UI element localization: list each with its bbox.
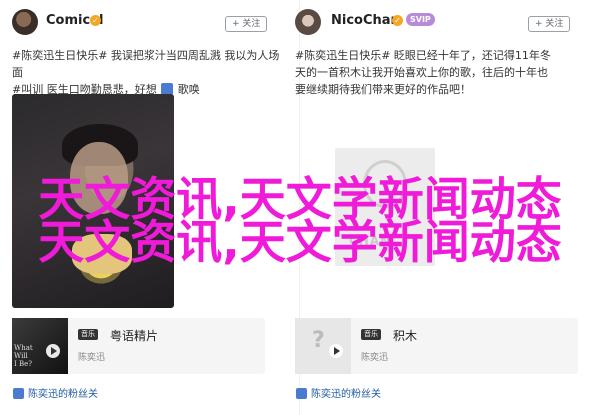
user-avatar[interactable] (295, 9, 321, 35)
question-mark-icon: ? (312, 328, 325, 353)
svip-badge: SVIP (406, 13, 435, 26)
follow-button[interactable]: + 关注 (528, 16, 571, 32)
fan-group-icon (296, 388, 307, 399)
post-text: #陈奕迅生日快乐# 眨眼已经十年了，还记得11年冬 天的一首积木让我开始喜欢上你… (295, 47, 595, 98)
music-card[interactable]: ? 音乐 积木 陈奕迅 (295, 318, 578, 374)
verified-check-icon: ✓ (392, 15, 403, 26)
post-text-line: 天的一首积木让我开始喜欢上你的歌，往后的十年也 (295, 66, 548, 79)
post-text-line: 要继续期待我们带来更好的作品吧！ (295, 83, 471, 96)
post-text-line: #陈奕迅生日快乐# 眨眼已经十年了，还记得11年冬 (295, 49, 551, 62)
fan-group-link[interactable]: 陈奕迅的粉丝关 (295, 385, 381, 400)
play-icon[interactable] (329, 344, 343, 358)
music-tag-badge: 音乐 (361, 329, 381, 340)
username[interactable]: NicoChan (331, 13, 400, 28)
music-artist: 陈奕迅 (361, 353, 389, 363)
music-title: 积木 (393, 329, 418, 343)
overlay-headline-repeat: 天文资讯,天文学新闻动态 (38, 215, 562, 269)
album-cover: ? (295, 318, 351, 374)
